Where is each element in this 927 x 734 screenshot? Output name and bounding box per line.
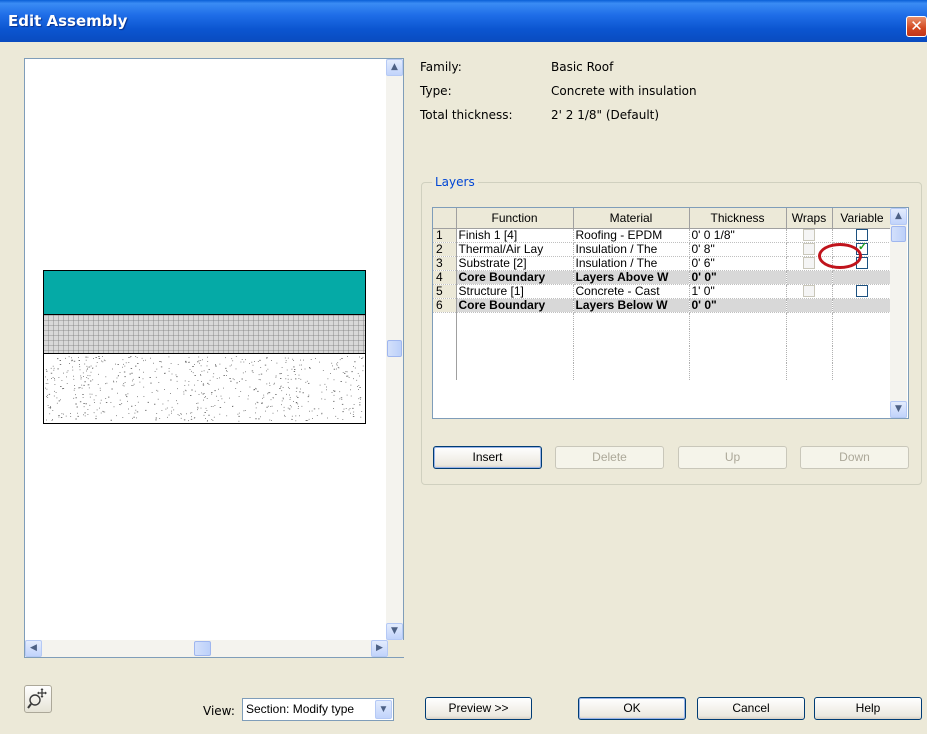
function-cell[interactable]: Structure [1]	[456, 284, 574, 299]
view-dropdown[interactable]: Section: Modify type ▼	[242, 698, 394, 721]
function-cell[interactable]: Thermal/Air Lay	[456, 242, 574, 257]
insert-button[interactable]: Insert	[433, 446, 542, 469]
header-thickness[interactable]: Thickness	[689, 208, 787, 229]
scroll-thumb[interactable]	[194, 641, 211, 656]
assembly-section-drawing	[43, 270, 366, 424]
empty-row	[433, 329, 893, 346]
total-thickness-label: Total thickness:	[420, 108, 513, 122]
variable-cell[interactable]	[832, 284, 893, 299]
material-cell[interactable]: Roofing - EPDM	[573, 228, 690, 243]
thickness-cell[interactable]: 0' 0"	[689, 270, 787, 285]
scroll-down-icon[interactable]: ▼	[386, 623, 403, 640]
wraps-checkbox[interactable]	[803, 285, 815, 297]
wraps-cell	[786, 270, 833, 285]
scroll-left-icon[interactable]: ◀	[25, 640, 42, 657]
layers-table[interactable]: Function Material Thickness Wraps Variab…	[432, 207, 909, 419]
family-value: Basic Roof	[551, 60, 614, 74]
close-icon: ✕	[910, 17, 923, 35]
material-cell[interactable]: Layers Below W	[573, 298, 690, 313]
wraps-cell	[786, 298, 833, 313]
preview-button[interactable]: Preview >>	[425, 697, 532, 720]
type-value: Concrete with insulation	[551, 84, 697, 98]
header-material[interactable]: Material	[573, 208, 690, 229]
zoom-icon	[27, 688, 47, 709]
highlight-annotation	[818, 243, 862, 269]
insulation-layer	[43, 314, 366, 354]
title-bar[interactable]: Edit Assembly ✕	[0, 0, 927, 42]
dialog-title: Edit Assembly	[8, 12, 128, 30]
function-cell[interactable]: Core Boundary	[456, 270, 574, 285]
preview-pane[interactable]: ▲ ▼ ◀ ▶	[24, 58, 405, 658]
table-row[interactable]: 1 Finish 1 [4] Roofing - EPDM 0' 0 1/8"	[433, 228, 893, 243]
thickness-cell[interactable]: 0' 8"	[689, 242, 787, 257]
wraps-cell[interactable]	[786, 228, 833, 243]
material-cell[interactable]: Insulation / The	[573, 256, 690, 271]
thickness-cell[interactable]: 0' 0 1/8"	[689, 228, 787, 243]
empty-row	[433, 312, 893, 329]
wraps-checkbox[interactable]	[803, 229, 815, 241]
empty-row	[433, 346, 893, 363]
layers-legend: Layers	[432, 175, 478, 189]
family-label: Family:	[420, 60, 462, 74]
table-row[interactable]: 6 Core Boundary Layers Below W 0' 0"	[433, 298, 893, 313]
function-cell[interactable]: Substrate [2]	[456, 256, 574, 271]
wraps-checkbox[interactable]	[803, 257, 815, 269]
edit-assembly-dialog: Edit Assembly ✕ ▲ ▼ ◀ ▶ Family: Basic Ro…	[0, 0, 927, 734]
variable-cell	[832, 298, 893, 313]
row-number: 6	[433, 298, 457, 313]
scroll-up-icon[interactable]: ▲	[386, 59, 403, 76]
view-label: View:	[203, 704, 235, 718]
variable-cell[interactable]	[832, 228, 893, 243]
thickness-cell[interactable]: 0' 6"	[689, 256, 787, 271]
zoom-button[interactable]	[24, 685, 52, 713]
scroll-thumb[interactable]	[891, 226, 906, 242]
up-button[interactable]: Up	[678, 446, 787, 469]
material-cell[interactable]: Insulation / The	[573, 242, 690, 257]
close-button[interactable]: ✕	[906, 16, 927, 37]
ok-button[interactable]: OK	[578, 697, 686, 720]
variable-checkbox[interactable]	[856, 229, 868, 241]
scroll-up-icon[interactable]: ▲	[890, 208, 907, 225]
total-thickness-value: 2' 2 1/8" (Default)	[551, 108, 660, 122]
concrete-layer	[43, 353, 366, 424]
header-corner	[433, 208, 457, 229]
row-number: 2	[433, 242, 457, 257]
thickness-cell[interactable]: 0' 0"	[689, 298, 787, 313]
dropdown-arrow-icon[interactable]: ▼	[375, 700, 392, 719]
function-cell[interactable]: Finish 1 [4]	[456, 228, 574, 243]
empty-row	[433, 363, 893, 380]
preview-horizontal-scrollbar[interactable]: ◀ ▶	[25, 640, 405, 657]
scroll-down-icon[interactable]: ▼	[890, 401, 907, 418]
preview-vertical-scrollbar[interactable]: ▲ ▼	[386, 59, 403, 640]
function-cell[interactable]: Core Boundary	[456, 298, 574, 313]
variable-cell	[832, 270, 893, 285]
variable-checkbox[interactable]	[856, 285, 868, 297]
type-label: Type:	[420, 84, 452, 98]
material-cell[interactable]: Concrete - Cast	[573, 284, 690, 299]
wraps-cell[interactable]	[786, 284, 833, 299]
table-row[interactable]: 5 Structure [1] Concrete - Cast 1' 0"	[433, 284, 893, 299]
header-wraps[interactable]: Wraps	[786, 208, 833, 229]
cancel-button[interactable]: Cancel	[697, 697, 805, 720]
row-number: 5	[433, 284, 457, 299]
layers-vertical-scrollbar[interactable]: ▲ ▼	[890, 208, 907, 418]
delete-button[interactable]: Delete	[555, 446, 664, 469]
header-function[interactable]: Function	[456, 208, 574, 229]
row-number: 4	[433, 270, 457, 285]
finish-layer	[43, 270, 366, 315]
scroll-right-icon[interactable]: ▶	[371, 640, 388, 657]
row-number: 1	[433, 228, 457, 243]
material-cell[interactable]: Layers Above W	[573, 270, 690, 285]
down-button[interactable]: Down	[800, 446, 909, 469]
view-dropdown-value: Section: Modify type	[246, 702, 355, 716]
header-variable[interactable]: Variable	[832, 208, 893, 229]
help-button[interactable]: Help	[814, 697, 922, 720]
scroll-corner	[388, 640, 405, 657]
table-row[interactable]: 4 Core Boundary Layers Above W 0' 0"	[433, 270, 893, 285]
wraps-checkbox[interactable]	[803, 243, 815, 255]
thickness-cell[interactable]: 1' 0"	[689, 284, 787, 299]
row-number: 3	[433, 256, 457, 271]
table-header-row: Function Material Thickness Wraps Variab…	[433, 208, 893, 229]
scroll-thumb[interactable]	[387, 340, 402, 357]
